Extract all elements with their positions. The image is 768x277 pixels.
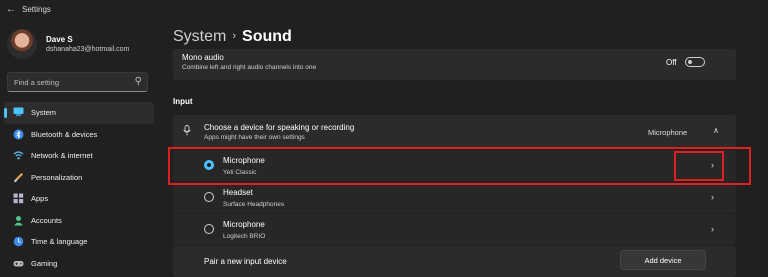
sidebar-item-label: Personalization bbox=[31, 172, 83, 182]
chevron-right-icon[interactable]: › bbox=[711, 192, 714, 202]
chevron-right-icon[interactable]: › bbox=[711, 224, 714, 234]
breadcrumb-parent[interactable]: System bbox=[173, 28, 226, 45]
sidebar-item-bluetooth[interactable]: Bluetooth & devices bbox=[4, 124, 154, 146]
sidebar-item-label: System bbox=[31, 108, 57, 117]
sidebar-item-time-language[interactable]: Time & language bbox=[4, 231, 154, 253]
avatar[interactable] bbox=[7, 29, 37, 59]
mono-audio-toggle[interactable] bbox=[685, 57, 705, 67]
time-language-icon bbox=[13, 236, 24, 247]
back-arrow-icon[interactable]: ← bbox=[6, 4, 16, 15]
page-title: Sound bbox=[242, 28, 292, 45]
device-name: Microphone bbox=[223, 220, 265, 229]
device-radio[interactable] bbox=[204, 192, 214, 202]
selected-device-value: Microphone bbox=[648, 128, 688, 137]
sidebar-item-label: Network & internet bbox=[31, 151, 93, 160]
device-description: Logitech BRIO bbox=[223, 233, 266, 240]
device-description: Yeti Classic bbox=[223, 169, 257, 176]
network-icon bbox=[13, 150, 24, 161]
gaming-icon bbox=[13, 258, 24, 269]
device-radio-selected[interactable] bbox=[204, 160, 214, 170]
sidebar-item-accounts[interactable]: Accounts bbox=[4, 210, 154, 232]
pair-device-label: Pair a new input device bbox=[204, 257, 287, 266]
input-heading: Input bbox=[173, 97, 193, 106]
system-icon bbox=[13, 107, 24, 118]
mono-audio-title: Mono audio bbox=[182, 53, 224, 62]
search-icon[interactable]: ⚲ bbox=[135, 76, 142, 87]
sidebar-item-apps[interactable]: Apps bbox=[4, 188, 154, 210]
chevron-up-icon[interactable]: ∧ bbox=[713, 126, 719, 135]
sidebar-item-label: Bluetooth & devices bbox=[31, 129, 98, 139]
sidebar: Dave S dshanaha23@hotmail.com Find a set… bbox=[0, 22, 158, 277]
user-name: Dave S bbox=[46, 35, 73, 44]
pair-input-device-row: Pair a new input device Add device bbox=[173, 246, 736, 277]
toggle-knob bbox=[688, 60, 692, 64]
sidebar-item-system[interactable]: System bbox=[4, 102, 154, 124]
main-content: System › Sound Mono audio Combine left and… bbox=[158, 22, 768, 277]
personalization-icon bbox=[13, 172, 24, 183]
device-row-headset[interactable]: Headset Surface Headphones › bbox=[173, 182, 736, 213]
choose-input-device-row[interactable]: Choose a device for speaking or recordin… bbox=[173, 115, 736, 149]
apps-icon bbox=[13, 193, 24, 204]
chevron-right-icon[interactable]: › bbox=[711, 160, 714, 170]
device-row-microphone-yeti[interactable]: Microphone Yeti Classic › bbox=[173, 150, 736, 181]
device-description: Surface Headphones bbox=[223, 201, 285, 208]
choose-device-title: Choose a device for speaking or recordin… bbox=[204, 123, 355, 132]
device-radio[interactable] bbox=[204, 224, 214, 234]
add-device-button[interactable]: Add device bbox=[620, 250, 706, 270]
device-name: Headset bbox=[223, 188, 253, 197]
mono-audio-row: Mono audio Combine left and right audio … bbox=[173, 49, 736, 80]
breadcrumb-separator: › bbox=[232, 30, 237, 42]
breadcrumb: System › Sound bbox=[173, 28, 292, 46]
sidebar-item-label: Accounts bbox=[31, 215, 62, 225]
sidebar-item-gaming[interactable]: Gaming bbox=[4, 253, 154, 275]
device-name: Microphone bbox=[223, 156, 265, 165]
sidebar-item-label: Gaming bbox=[31, 258, 58, 268]
choose-device-description: Apps might have their own settings bbox=[204, 134, 305, 141]
search-input[interactable]: Find a setting ⚲ bbox=[7, 72, 148, 92]
device-row-microphone-brio[interactable]: Microphone Logitech BRIO › bbox=[173, 214, 736, 245]
mono-audio-description: Combine left and right audio channels in… bbox=[182, 64, 317, 71]
accounts-icon bbox=[13, 215, 24, 226]
mono-audio-toggle-label: Off bbox=[666, 58, 677, 67]
app-title: Settings bbox=[22, 5, 51, 14]
sidebar-item-personalization[interactable]: Personalization bbox=[4, 167, 154, 189]
search-placeholder: Find a setting bbox=[14, 78, 60, 87]
user-email: dshanaha23@hotmail.com bbox=[46, 46, 130, 53]
sidebar-item-label: Time & language bbox=[31, 237, 88, 246]
sidebar-item-label: Apps bbox=[31, 194, 49, 203]
title-bar: ← Settings bbox=[0, 0, 768, 22]
microphone-icon bbox=[183, 125, 191, 139]
sidebar-nav: System Bluetooth & devices Network & int… bbox=[0, 102, 158, 274]
sidebar-item-network[interactable]: Network & internet bbox=[4, 145, 154, 167]
bluetooth-icon bbox=[13, 129, 24, 140]
